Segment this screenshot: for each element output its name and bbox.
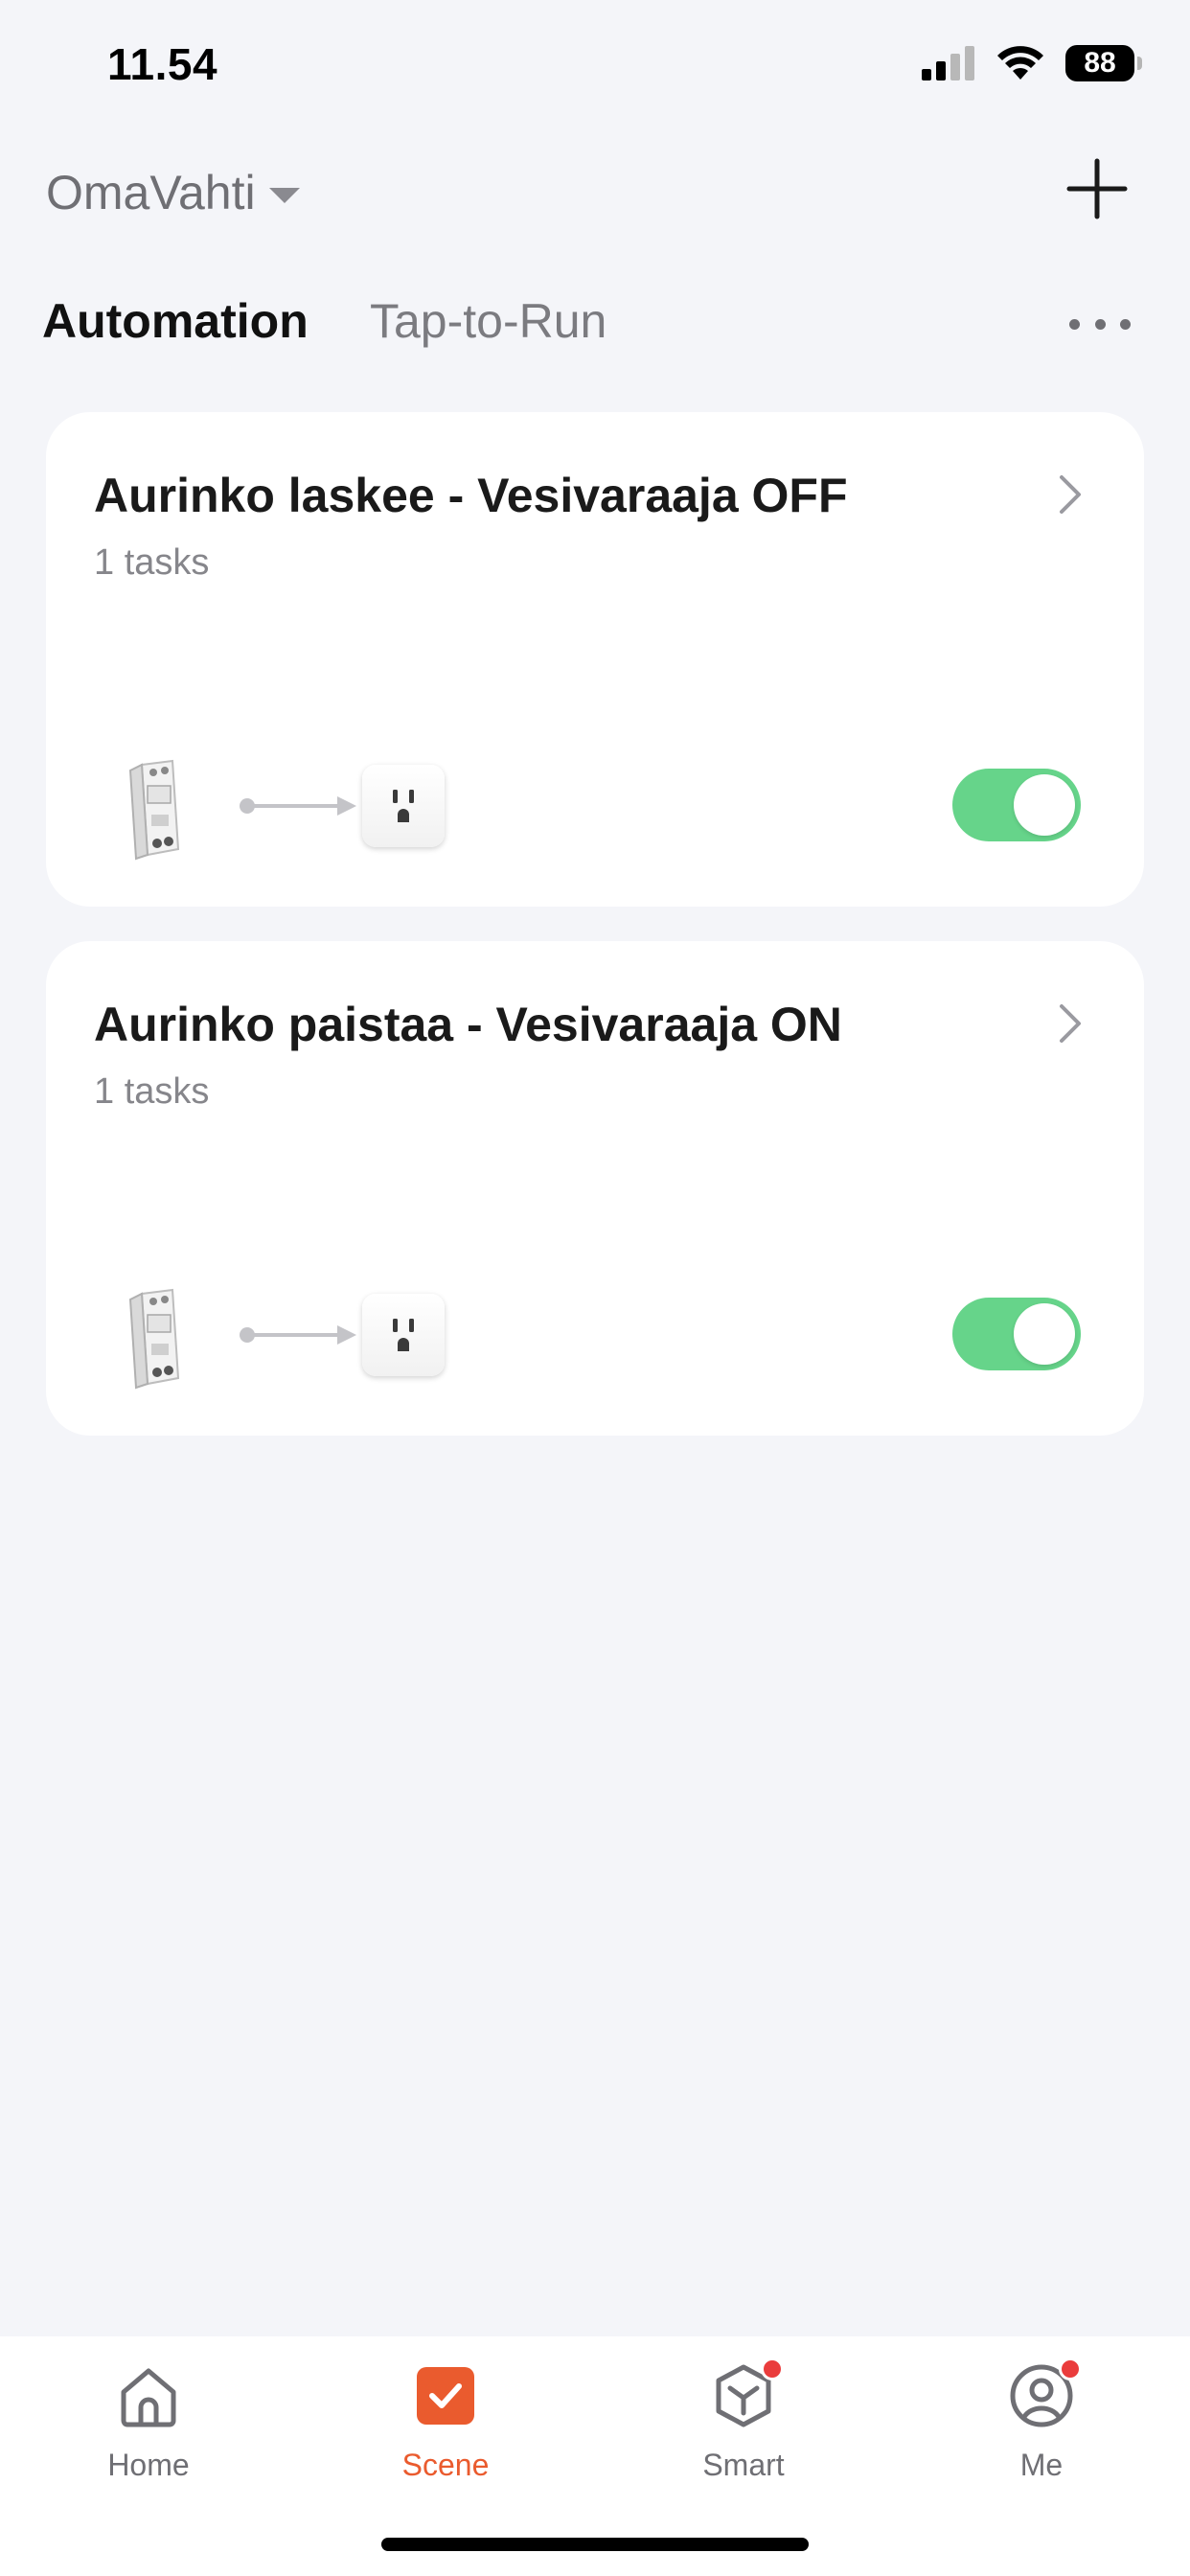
home-indicator [381,2538,809,2551]
smart-cube-icon [707,2358,784,2432]
toggle-knob [1014,1303,1075,1365]
tabbar-label: Home [107,2448,190,2482]
plus-icon[interactable] [1064,155,1131,222]
wifi-icon [997,46,1043,80]
caret-down-icon [268,188,300,203]
more-dots-icon[interactable] [1069,307,1131,341]
dot [1094,318,1106,330]
status-icons: 88 [922,42,1142,84]
tabbar-label: Smart [702,2448,785,2482]
tabbar-item-me[interactable]: Me [946,2358,1137,2483]
cellular-signal-icon [922,46,974,80]
toggle-knob [1014,774,1075,836]
flow-arrow-icon [240,1325,356,1345]
socket-face [393,790,414,822]
automation-title: Aurinko paistaa - Vesivaraaja ON [94,998,842,1051]
socket-icon [362,765,445,847]
din-rail-relay-icon [128,759,180,861]
automation-card[interactable]: Aurinko laskee - Vesivaraaja OFF 1 tasks [46,412,1144,907]
automation-enable-toggle[interactable] [952,1298,1081,1370]
tab-tap-to-run[interactable]: Tap-to-Run [370,293,606,349]
tabbar-item-home[interactable]: Home [53,2359,244,2483]
din-rail-relay-icon [128,1288,180,1390]
status-time: 11.54 [107,39,218,89]
automation-task-count: 1 tasks [94,542,210,583]
scene-screen: 11.54 88 OmaVahti Automation Tap-to-Run … [0,0,1190,2576]
tabbar-item-smart[interactable]: Smart [648,2358,839,2483]
chevron-right-icon[interactable] [1056,472,1085,518]
automation-task-count: 1 tasks [94,1071,210,1112]
battery-level: 88 [1084,47,1116,79]
tabbar-item-scene[interactable]: Scene [350,2359,541,2483]
socket-face [393,1319,414,1351]
tabbar-label: Me [1019,2448,1064,2482]
automation-title: Aurinko laskee - Vesivaraaja OFF [94,469,848,522]
automation-card[interactable]: Aurinko paistaa - Vesivaraaja ON 1 tasks [46,941,1144,1436]
home-name: OmaVahti [46,166,256,219]
home-selector[interactable]: OmaVahti [46,165,300,220]
socket-icon [362,1294,445,1376]
scene-check-icon [409,2359,482,2432]
tab-automation[interactable]: Automation [42,293,309,349]
flow-arrow-icon [240,796,356,816]
dot [1069,318,1080,330]
notification-badge [761,2358,784,2380]
battery-indicator: 88 [1065,45,1142,81]
header: OmaVahti [0,144,1190,240]
dot [1120,318,1131,330]
notification-badge [1059,2358,1082,2380]
scene-tabs: Automation Tap-to-Run [0,286,1190,362]
chevron-right-icon[interactable] [1056,1000,1085,1046]
status-bar: 11.54 88 [0,0,1190,134]
automation-enable-toggle[interactable] [952,769,1081,841]
profile-icon [1005,2358,1082,2432]
home-icon [112,2359,185,2432]
tabbar-label: Scene [401,2448,490,2482]
